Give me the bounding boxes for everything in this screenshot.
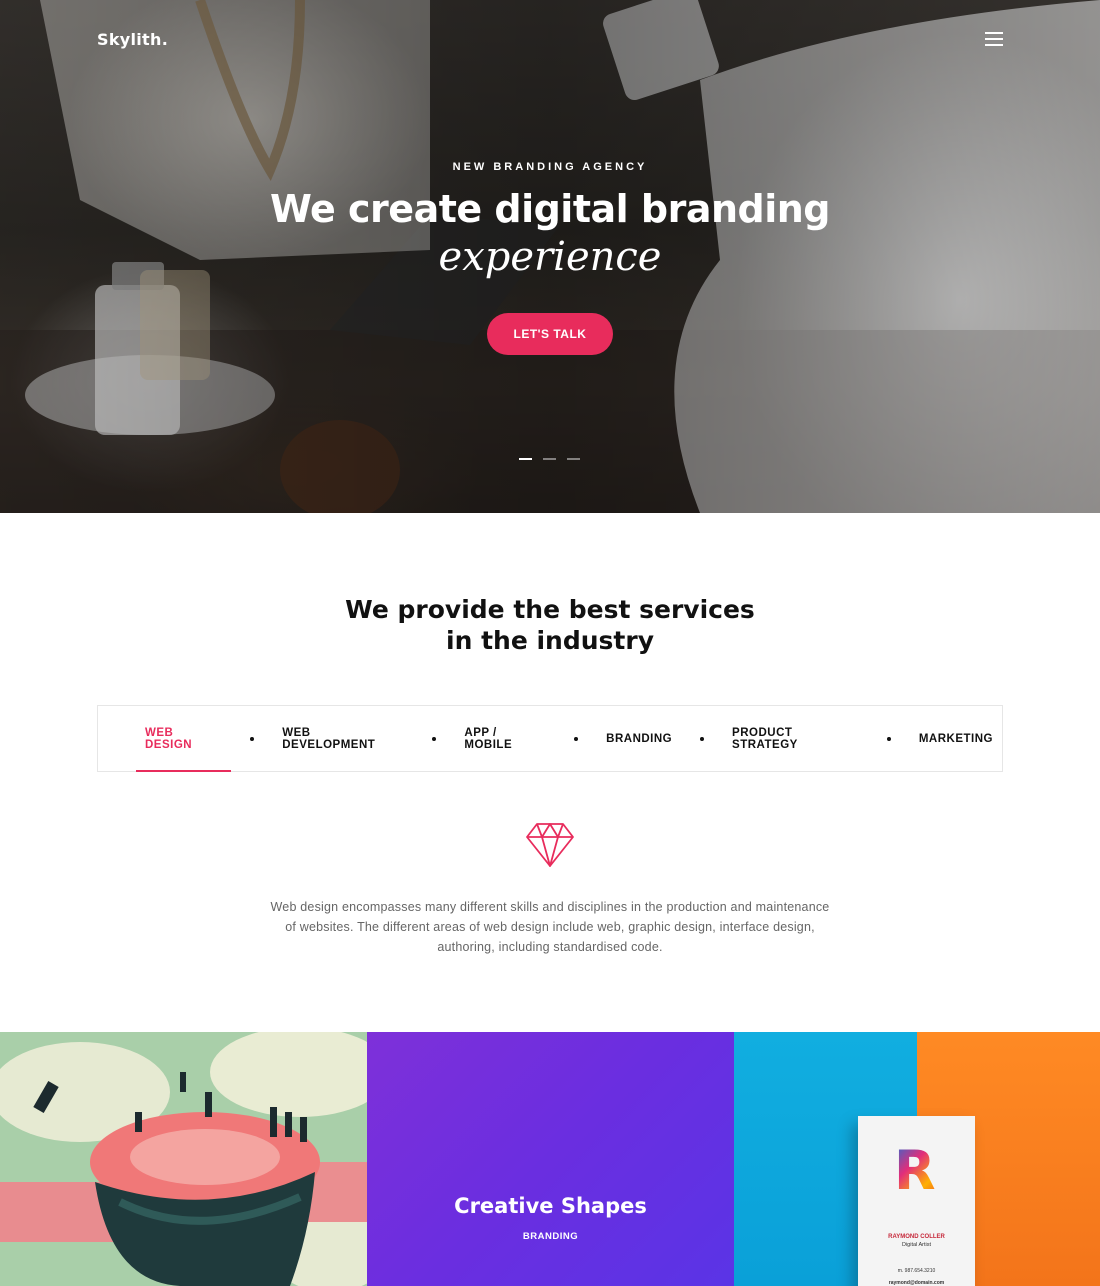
services-heading: We provide the best services in the indu…	[0, 594, 1100, 656]
business-card-image: R RAYMOND COLLER Digital Artist m. 987.6…	[858, 1116, 975, 1286]
service-description: Web design encompasses many different sk…	[270, 900, 830, 954]
tab-branding[interactable]: BRANDING	[597, 706, 681, 771]
hero-title: We create digital branding	[269, 187, 831, 231]
site-logo[interactable]: Skylith.	[97, 30, 168, 49]
tab-marketing[interactable]: MARKETING	[910, 706, 1002, 771]
card-phone: m. 987.654.3210	[897, 1268, 936, 1274]
hero-subtitle: experience	[438, 234, 662, 280]
slide-dot-1[interactable]	[519, 458, 532, 460]
illustration-image	[0, 1032, 367, 1286]
tab-separator	[574, 736, 579, 741]
portfolio-item-illustration[interactable]	[0, 1032, 367, 1286]
hero-eyebrow: NEW BRANDING AGENCY	[452, 161, 648, 173]
tab-web-design[interactable]: WEB DESIGN	[136, 706, 232, 772]
diamond-icon	[526, 823, 574, 867]
slide-dot-3[interactable]	[567, 458, 580, 460]
portfolio-item-business-card[interactable]: R RAYMOND COLLER Digital Artist m. 987.6…	[734, 1032, 1100, 1286]
card-name: RAYMOND COLLER	[888, 1234, 945, 1240]
tab-product-strategy[interactable]: PRODUCT STRATEGY	[723, 706, 868, 771]
slider-pagination	[519, 458, 580, 460]
lets-talk-button[interactable]: LET'S TALK	[487, 313, 613, 355]
tab-separator	[250, 736, 255, 741]
card-logo-letter: R	[894, 1139, 936, 1202]
services-heading-line1: We provide the best services	[345, 595, 755, 624]
services-tabs: WEB DESIGN WEB DEVELOPMENT APP / MOBILE …	[97, 705, 1003, 772]
card-email: raymond@domain.com	[888, 1280, 945, 1286]
tab-separator	[886, 736, 891, 741]
tab-app-mobile[interactable]: APP / MOBILE	[455, 706, 555, 771]
portfolio-item-category: BRANDING	[522, 1231, 579, 1242]
hero-content: Skylith. NEW BRANDING AGENCY We create d…	[0, 0, 1100, 513]
slide-dot-2[interactable]	[543, 458, 556, 460]
portfolio-item-creative-shapes[interactable]: Creative Shapes BRANDING	[367, 1032, 734, 1286]
portfolio-item-title: Creative Shapes	[454, 1194, 647, 1218]
services-heading-line2: in the industry	[446, 626, 654, 655]
card-role: Digital Artist	[901, 1242, 932, 1248]
hero-section: Skylith. NEW BRANDING AGENCY We create d…	[0, 0, 1100, 513]
tab-separator	[700, 736, 705, 741]
tab-separator	[432, 736, 437, 741]
hamburger-icon[interactable]	[985, 32, 1003, 48]
tab-web-development[interactable]: WEB DEVELOPMENT	[273, 706, 413, 771]
